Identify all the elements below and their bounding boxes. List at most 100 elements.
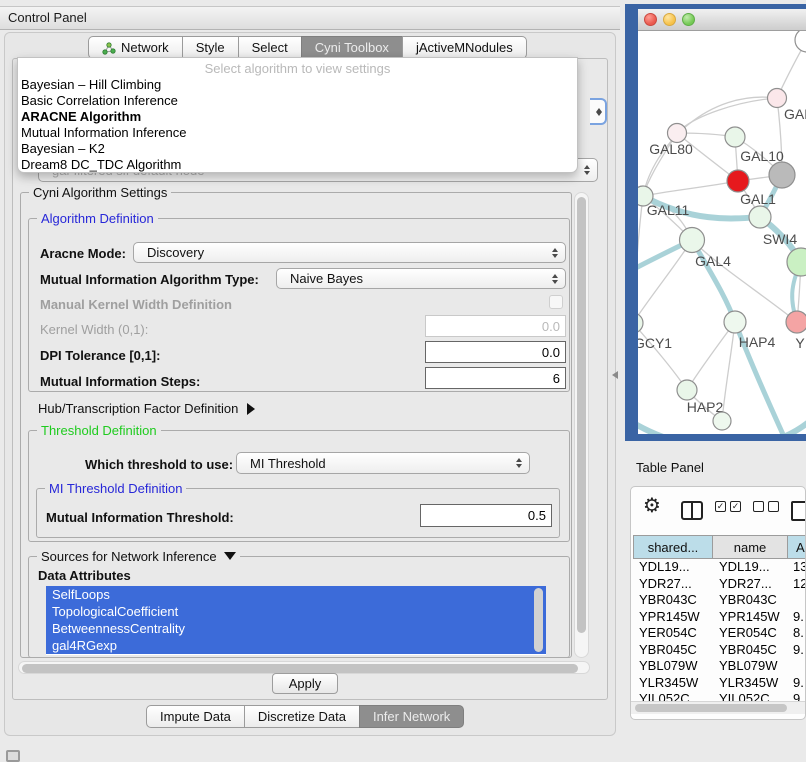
checked-checkbox-icon: ✓: [730, 501, 741, 512]
focused-combo-fragment[interactable]: [590, 98, 607, 125]
kernel-width-field[interactable]: 0.0: [425, 315, 566, 337]
data-attributes-label: Data Attributes: [38, 568, 131, 583]
table-row[interactable]: YDR27... YDR27... 12: [634, 576, 806, 593]
data-attributes-list[interactable]: SelfLoops TopologicalCoefficient Between…: [46, 586, 546, 655]
network-node[interactable]: [638, 313, 643, 333]
apply-button[interactable]: Apply: [272, 673, 338, 694]
horizontal-scrollbar-thumb[interactable]: [22, 664, 578, 673]
dpi-tolerance-field[interactable]: 0.0: [425, 341, 566, 363]
gear-icon[interactable]: ⚙: [643, 493, 661, 517]
expand-arrow-icon[interactable]: [247, 403, 255, 415]
network-node[interactable]: [749, 206, 771, 228]
network-node[interactable]: [786, 311, 806, 333]
collapse-arrow-icon[interactable]: [224, 552, 236, 560]
close-window-icon[interactable]: [644, 13, 657, 26]
dropdown-items: Bayesian – Hill Climbing Basic Correlati…: [18, 77, 577, 173]
dropdown-item[interactable]: ARACNE Algorithm: [18, 109, 577, 125]
network-node-label: GAL4: [695, 253, 731, 269]
deselect-all-columns-icon[interactable]: [753, 501, 779, 512]
attribute-item[interactable]: TopologicalCoefficient: [46, 603, 546, 620]
table-row[interactable]: YBR043C YBR043C: [634, 592, 806, 609]
which-threshold-label: Which threshold to use:: [85, 457, 233, 472]
network-node[interactable]: [668, 124, 687, 143]
cell-shared-name: YBR043C: [634, 592, 714, 609]
combo-arrows-icon: [552, 248, 558, 258]
collapsed-panel-icon[interactable]: [6, 750, 20, 762]
attribute-item[interactable]: gal4RGexp: [46, 637, 546, 654]
table-panel: ⚙ ✓ ✓ shared... name A YDL19... YDL1: [630, 486, 806, 720]
tab[interactable]: Infer Network: [359, 705, 464, 728]
table-row[interactable]: YBL079W YBL079W: [634, 658, 806, 675]
dropdown-item[interactable]: Basic Correlation Inference: [18, 93, 577, 109]
minimize-window-icon[interactable]: [663, 13, 676, 26]
manual-kernel-checkbox[interactable]: [549, 295, 563, 309]
dropdown-item[interactable]: Dream8 DC_TDC Algorithm: [18, 157, 577, 173]
column-header-label: shared...: [648, 540, 699, 555]
cell-name: YPR145W: [714, 609, 790, 626]
tab[interactable]: Network: [88, 36, 183, 59]
cell-value: [790, 592, 806, 609]
cell-shared-name: YBR045C: [634, 642, 714, 659]
network-canvas[interactable]: GALGAL80GAL10GAL1GAL11SWI4GAL4GCY1HAP4YH…: [638, 31, 806, 434]
combo-arrows-icon: [596, 108, 602, 116]
dropdown-item[interactable]: Mutual Information Inference: [18, 125, 577, 141]
network-node[interactable]: [713, 412, 731, 430]
hub-definition-toggle[interactable]: Hub/Transcription Factor Definition: [38, 401, 255, 416]
aracne-mode-combo[interactable]: Discovery: [133, 242, 566, 263]
dpi-tolerance-value: 0.0: [542, 345, 560, 360]
dropdown-item[interactable]: Bayesian – K2: [18, 141, 577, 157]
dropdown-item[interactable]: Bayesian – Hill Climbing: [18, 77, 577, 93]
tab[interactable]: Cyni Toolbox: [301, 36, 403, 59]
network-node[interactable]: [725, 127, 745, 147]
table-row[interactable]: YBR045C YBR045C 9.: [634, 642, 806, 659]
table-row[interactable]: YPR145W YPR145W 9.: [634, 609, 806, 626]
column-header[interactable]: name: [712, 535, 788, 559]
control-panel-title: Control Panel: [8, 10, 87, 25]
column-header[interactable]: A: [787, 535, 806, 559]
attribute-item[interactable]: BetweennessCentrality: [46, 620, 546, 637]
table-function-icon[interactable]: [791, 501, 806, 521]
zoom-window-icon[interactable]: [682, 13, 695, 26]
network-node[interactable]: [727, 170, 749, 192]
vertical-scrollbar[interactable]: [574, 192, 589, 658]
network-node[interactable]: [795, 31, 806, 52]
tab[interactable]: Style: [182, 36, 239, 59]
network-node[interactable]: [677, 380, 697, 400]
table-horizontal-scrollbar-thumb[interactable]: [635, 704, 787, 712]
tab[interactable]: Select: [238, 36, 302, 59]
network-node[interactable]: [724, 311, 746, 333]
network-svg[interactable]: GALGAL80GAL10GAL1GAL11SWI4GAL4GCY1HAP4YH…: [638, 31, 806, 434]
network-node[interactable]: [768, 89, 787, 108]
column-layout-icon[interactable]: [681, 501, 703, 520]
manual-kernel-label: Manual Kernel Width Definition: [40, 297, 232, 312]
network-node[interactable]: [680, 228, 705, 253]
cell-name: YER054C: [714, 625, 790, 642]
unchecked-checkbox-icon: [768, 501, 779, 512]
tab[interactable]: Impute Data: [146, 705, 245, 728]
column-header[interactable]: shared...: [633, 535, 713, 559]
mi-steps-value: 6: [553, 371, 560, 386]
aracne-mode-label: Aracne Mode:: [40, 246, 126, 261]
table-row[interactable]: YIL052C YIL052C 9: [634, 691, 806, 701]
sources-title-text: Sources for Network Inference: [41, 549, 217, 564]
splitter-collapse-icon[interactable]: [612, 371, 618, 379]
table-horizontal-scrollbar[interactable]: [631, 701, 806, 714]
apply-button-label: Apply: [289, 676, 322, 691]
mi-steps-field[interactable]: 6: [425, 367, 566, 389]
mi-threshold-field[interactable]: 0.5: [420, 504, 552, 527]
table-row[interactable]: YDL19... YDL19... 13: [634, 559, 806, 576]
list-scrollbar-thumb[interactable]: [534, 588, 543, 652]
vertical-scrollbar-thumb[interactable]: [577, 197, 586, 633]
table-row[interactable]: YLR345W YLR345W 9.: [634, 675, 806, 692]
network-node[interactable]: [787, 248, 806, 276]
mi-type-combo[interactable]: Naive Bayes: [276, 268, 566, 289]
which-threshold-combo[interactable]: MI Threshold: [236, 452, 530, 474]
cell-name: YDR27...: [714, 576, 790, 593]
cell-value: [790, 658, 806, 675]
table-row[interactable]: YER054C YER054C 8.: [634, 625, 806, 642]
select-all-columns-icon[interactable]: ✓ ✓: [715, 501, 741, 512]
attribute-item[interactable]: SelfLoops: [46, 586, 546, 603]
tab[interactable]: Discretize Data: [244, 705, 360, 728]
network-node[interactable]: [769, 162, 795, 188]
tab[interactable]: jActiveMNodules: [402, 36, 527, 59]
